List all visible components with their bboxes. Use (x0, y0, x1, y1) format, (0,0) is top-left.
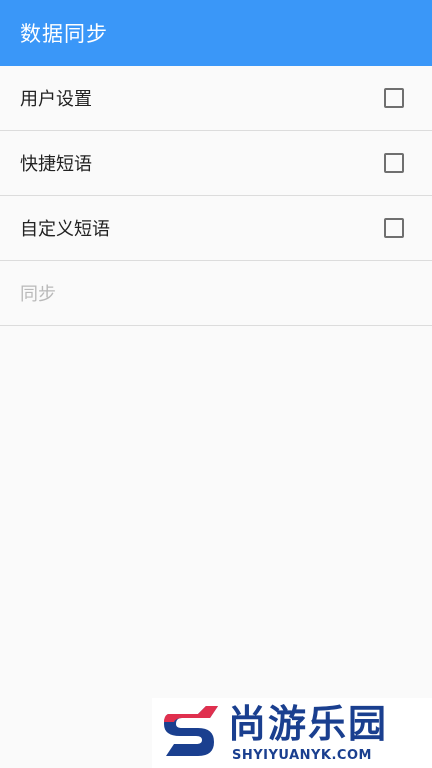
page-title: 数据同步 (20, 22, 108, 46)
user-settings-checkbox[interactable] (384, 88, 404, 108)
custom-phrases-checkbox[interactable] (384, 218, 404, 238)
option-user-settings[interactable]: 用户设置 (0, 66, 432, 131)
watermark: 尚游乐园 SHYIYUANYK.COM (152, 698, 432, 768)
app-bar: 数据同步 (0, 0, 432, 66)
sync-button[interactable]: 同步 (0, 261, 432, 326)
quick-phrases-checkbox[interactable] (384, 153, 404, 173)
sync-options-list: 用户设置 快捷短语 自定义短语 同步 (0, 66, 432, 326)
watermark-brand-cn: 尚游乐园 (228, 702, 389, 746)
s-logo-icon (164, 706, 218, 756)
sync-label: 同步 (20, 284, 56, 305)
option-label: 用户设置 (20, 89, 92, 110)
option-label: 自定义短语 (20, 219, 110, 240)
watermark-brand-en: SHYIYUANYK.COM (232, 748, 372, 763)
option-label: 快捷短语 (20, 154, 92, 175)
option-quick-phrases[interactable]: 快捷短语 (0, 131, 432, 196)
option-custom-phrases[interactable]: 自定义短语 (0, 196, 432, 261)
